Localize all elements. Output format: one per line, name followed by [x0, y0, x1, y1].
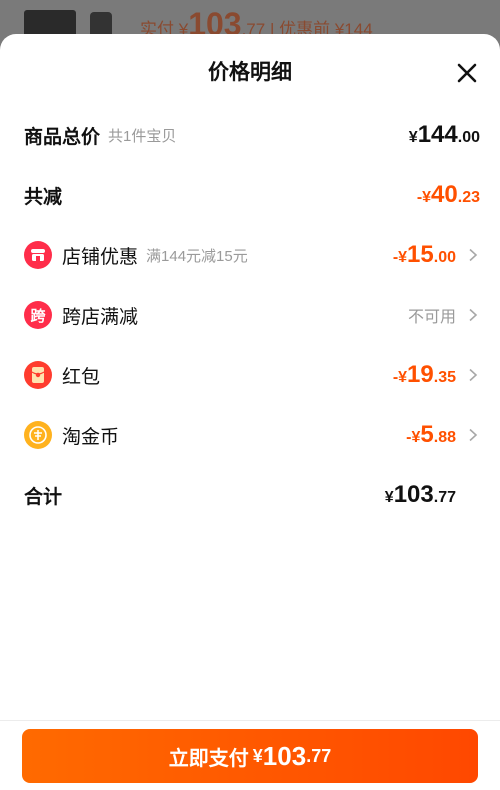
row-sum: 合计 ¥103.77 [24, 475, 480, 515]
store-icon [24, 241, 52, 269]
total-reduce-label: 共减 [24, 186, 63, 208]
coin-icon [24, 421, 52, 449]
row-cross-store[interactable]: 跨 跨店满减 不可用 [24, 295, 480, 335]
amount-currency: ¥ [408, 129, 418, 146]
chevron-right-icon [469, 428, 478, 442]
amount-decimal: .00 [433, 249, 456, 266]
amount-currency: -¥ [392, 369, 408, 386]
amount-currency: -¥ [416, 189, 432, 206]
taojin-coin-label: 淘金币 [62, 426, 120, 448]
cross-store-status: 不可用 [407, 309, 456, 326]
amount-integer: 19 [407, 361, 434, 388]
chevron-right-icon [469, 308, 478, 322]
amount-decimal: .88 [433, 429, 456, 446]
store-discount-rule: 满144元减15元 [146, 247, 248, 265]
chevron-right-icon [469, 368, 478, 382]
pay-button-integer: 103 [262, 740, 307, 771]
sum-label: 合计 [24, 486, 63, 508]
amount-decimal: .35 [433, 369, 456, 386]
total-goods-label: 商品总价 [24, 126, 101, 148]
red-packet-icon [24, 361, 52, 389]
row-total-goods: 商品总价 共1件宝贝 ¥144.00 [24, 115, 480, 155]
amount-decimal: .00 [457, 129, 480, 146]
cross-store-label: 跨店满减 [62, 306, 139, 328]
amount-currency: -¥ [392, 249, 408, 266]
cross-store-icon: 跨 [24, 301, 52, 329]
pay-now-button[interactable]: 立即支付 ¥103.77 [22, 729, 478, 783]
pay-button-decimal: .77 [306, 745, 332, 766]
price-detail-sheet: 价格明细 商品总价 共1件宝贝 ¥144.00 共减 -¥ 40.23 店铺优惠 … [0, 34, 500, 790]
row-taojin-coin[interactable]: 淘金币 -¥ 5.88 [24, 415, 480, 455]
red-packet-amount: -¥ 19.35 [393, 361, 456, 389]
red-packet-label: 红包 [62, 366, 101, 388]
store-discount-label: 店铺优惠 [62, 246, 139, 268]
footer-divider [0, 720, 500, 721]
store-discount-amount: -¥ 15.00 [393, 241, 456, 269]
amount-currency: -¥ [406, 429, 421, 446]
total-reduce-amount: -¥ 40.23 [417, 181, 480, 209]
pay-button-currency: ¥ [252, 745, 263, 766]
amount-decimal: .23 [457, 189, 480, 206]
sheet-title: 价格明细 [208, 61, 292, 84]
total-goods-count: 共1件宝贝 [108, 127, 177, 145]
pay-button-label: 立即支付 [168, 747, 249, 770]
close-icon [457, 63, 477, 83]
amount-integer: 5 [420, 421, 434, 448]
amount-integer: 40 [431, 181, 458, 208]
amount-integer: 103 [393, 481, 434, 508]
row-store-discount[interactable]: 店铺优惠 满144元减15元 -¥ 15.00 [24, 235, 480, 275]
sum-amount: ¥103.77 [385, 481, 456, 509]
taojin-coin-amount: -¥ 5.88 [406, 421, 456, 449]
amount-currency: ¥ [384, 489, 394, 506]
row-red-packet[interactable]: 红包 -¥ 19.35 [24, 355, 480, 395]
close-button[interactable] [454, 60, 480, 86]
chevron-right-icon [469, 248, 478, 262]
row-total-reduce: 共减 -¥ 40.23 [24, 175, 480, 215]
total-goods-amount: ¥144.00 [409, 121, 480, 149]
amount-integer: 144 [417, 121, 458, 148]
amount-integer: 15 [407, 241, 434, 268]
amount-decimal: .77 [433, 489, 456, 506]
